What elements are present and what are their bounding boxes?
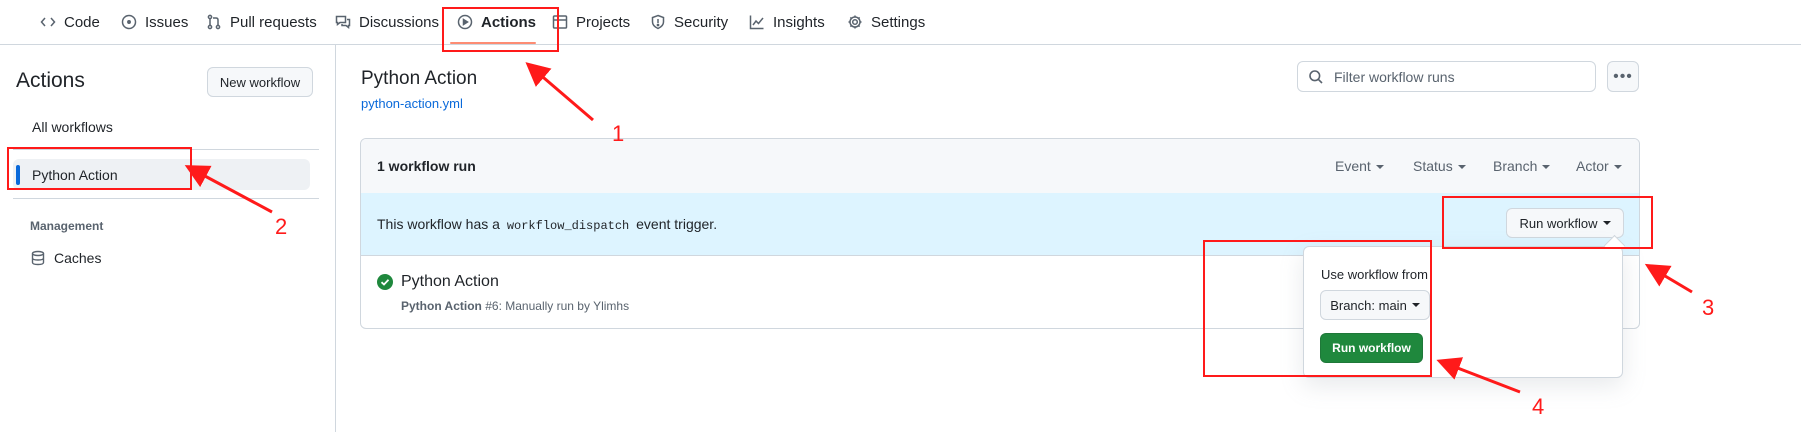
- annotation-label-3: 3: [1702, 295, 1715, 320]
- annotation-label-4: 4: [1532, 394, 1545, 419]
- annotation-label-2: 2: [275, 214, 288, 239]
- annotation-arrow-1: [525, 62, 594, 122]
- annotation-arrow-4: [1436, 357, 1521, 394]
- annotation-label-1: 1: [612, 121, 625, 146]
- annotation-arrow-2: [184, 165, 273, 214]
- annotation-arrow-3: [1644, 263, 1693, 294]
- annotation-arrows: [184, 62, 1693, 394]
